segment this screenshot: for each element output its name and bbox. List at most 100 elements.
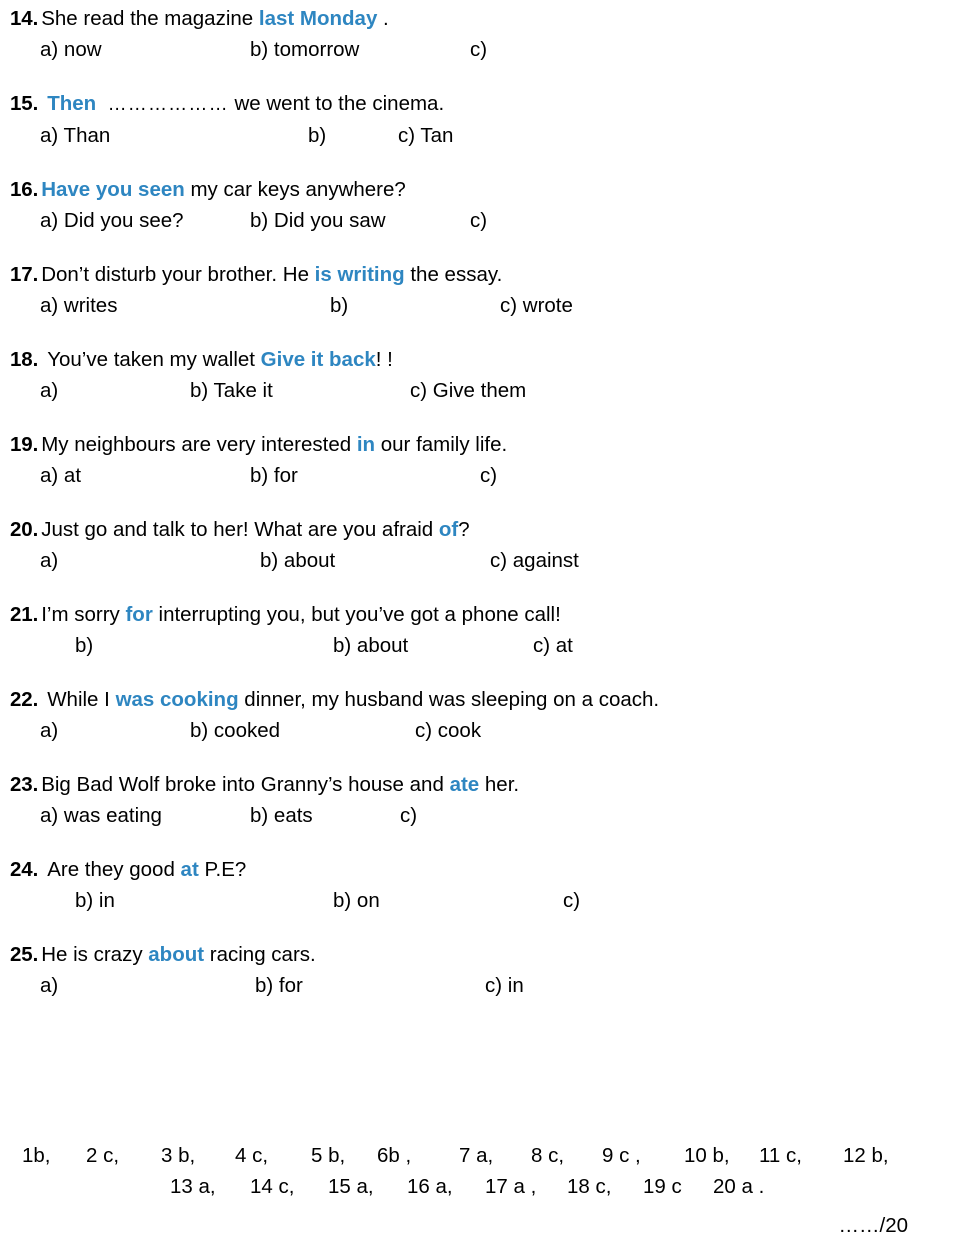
option-choice[interactable]: a) [40, 376, 190, 406]
question-number: 22. [10, 688, 39, 711]
answer-key-item: 10 b, [684, 1144, 730, 1167]
prompt-prefix: My neighbours are very interested [41, 433, 357, 456]
option-choice[interactable]: c) [480, 461, 600, 491]
option-choice[interactable]: b) for [255, 971, 485, 1001]
option-choice[interactable]: c) cook [415, 716, 535, 746]
option-choice[interactable]: c) against [490, 546, 640, 576]
option-choice[interactable]: b) on [333, 886, 563, 916]
question-prompt: 22. While I was cooking dinner, my husban… [0, 685, 960, 715]
question-block: 19. My neighbours are very interested in … [0, 430, 960, 491]
option-choice[interactable]: b) in [75, 886, 333, 916]
prompt-suffix: our family life. [375, 433, 508, 456]
option-choice[interactable]: b) Did you saw [250, 206, 470, 236]
question-prompt: 17. Don’t disturb your brother. He is wri… [0, 260, 960, 290]
option-row: a) b) about c) against [0, 546, 960, 576]
highlighted-answer: was cooking [115, 688, 239, 711]
question-prompt: 19. My neighbours are very interested in … [0, 430, 960, 460]
option-row: a) was eating b) eats c) [0, 801, 960, 831]
answer-key-item: 5 b, [311, 1144, 346, 1167]
prompt-prefix: She read the magazine [41, 7, 259, 30]
prompt-suffix: . [377, 7, 389, 30]
option-choice[interactable]: b) tomorrow [250, 35, 470, 65]
question-block: 15. Then ……………… we went to the cinema. a) … [0, 89, 960, 151]
prompt-suffix: ! ! [375, 348, 393, 371]
option-choice[interactable]: a) [40, 546, 260, 576]
question-number: 19. [10, 433, 39, 456]
question-number: 24. [10, 858, 39, 881]
option-choice[interactable]: b) eats [250, 801, 400, 831]
answer-key-item: 15 a, [328, 1175, 374, 1198]
option-choice[interactable]: c) [563, 886, 683, 916]
worksheet-page: 14. She read the magazine last Monday . a)… [0, 0, 960, 1254]
option-choice[interactable]: a) at [40, 461, 250, 491]
highlighted-answer: Have you seen [41, 178, 185, 201]
question-block: 17. Don’t disturb your brother. He is wri… [0, 260, 960, 321]
answer-key-item: 4 c, [235, 1144, 269, 1167]
option-row: b) b) about c) at [0, 631, 960, 661]
prompt-prefix: I’m sorry [41, 603, 126, 626]
option-choice[interactable]: a) [40, 716, 190, 746]
option-row: b) in b) on c) [0, 886, 960, 916]
question-block: 16. Have you seen my car keys anywhere? a)… [0, 175, 960, 236]
option-choice[interactable]: a) Than [40, 121, 308, 151]
answer-key-item: 11 c, [759, 1144, 802, 1167]
question-prompt: 23. Big Bad Wolf broke into Granny’s hous… [0, 770, 960, 800]
option-choice[interactable]: b) Take it [190, 376, 410, 406]
option-choice[interactable]: c) Give them [410, 376, 560, 406]
question-number: 20. [10, 518, 39, 541]
option-choice[interactable]: a) writes [40, 291, 330, 321]
prompt-suffix: ? [458, 518, 470, 541]
answer-key-item: 8 c, [531, 1144, 565, 1167]
option-choice[interactable]: c) [470, 35, 590, 65]
question-block: 21. I’m sorry for interrupting you, but y… [0, 600, 960, 661]
highlighted-answer: at [180, 858, 199, 881]
prompt-prefix: Don’t disturb your brother. He [41, 263, 315, 286]
option-choice[interactable]: b) [330, 291, 500, 321]
answer-key-item: 7 a, [459, 1144, 494, 1167]
option-choice[interactable]: c) in [485, 971, 605, 1001]
option-choice[interactable]: c) [470, 206, 590, 236]
option-choice[interactable]: c) at [533, 631, 653, 661]
highlighted-answer: ate [449, 773, 480, 796]
option-choice[interactable]: b) [308, 121, 398, 151]
blank-dots: ……………… [107, 94, 229, 115]
question-block: 20. Just go and talk to her! What are you… [0, 515, 960, 576]
prompt-prefix: Big Bad Wolf broke into Granny’s house a… [41, 773, 450, 796]
highlighted-answer: last Monday [258, 7, 378, 30]
prompt-suffix: dinner, my husband was sleeping on a coa… [238, 688, 660, 711]
answer-key-item: 1b, [22, 1144, 51, 1167]
option-choice[interactable]: b) about [260, 546, 490, 576]
answer-key-item: 13 a, [170, 1175, 216, 1198]
question-number: 14. [10, 7, 39, 30]
option-choice[interactable]: c) [400, 801, 520, 831]
option-choice[interactable]: a) was eating [40, 801, 250, 831]
question-block: 25. He is crazy about racing cars. a) b) fo… [0, 940, 960, 1001]
option-row: a) b) for c) in [0, 971, 960, 1001]
highlighted-answer: is writing [314, 263, 405, 286]
option-choice[interactable]: b) about [333, 631, 533, 661]
option-choice[interactable]: c) wrote [500, 291, 620, 321]
question-prompt: 24. Are they good at P.E? [0, 855, 960, 885]
option-row: a) writes b) c) wrote [0, 291, 960, 321]
answer-key-item: 12 b, [843, 1144, 889, 1167]
option-choice[interactable]: a) [40, 971, 255, 1001]
option-row: a) at b) for c) [0, 461, 960, 491]
score-line: ……/20 [838, 1214, 909, 1237]
answer-key-row-1: 1b, 2 c, 3 b, 4 c, 5 b, 6b , 7 a, 8 c, 9 c , 10 b… [0, 1140, 960, 1171]
answer-key-item: 19 c [643, 1175, 682, 1198]
question-prompt: 20. Just go and talk to her! What are you… [0, 515, 960, 545]
prompt-prefix: You’ve taken my wallet [47, 348, 261, 371]
option-row: a) b) Take it c) Give them [0, 376, 960, 406]
option-choice[interactable]: c) Tan [398, 121, 518, 151]
question-block: 23. Big Bad Wolf broke into Granny’s hous… [0, 770, 960, 831]
option-choice[interactable]: b) cooked [190, 716, 415, 746]
question-prompt: 15. Then ……………… we went to the cinema. [0, 89, 960, 120]
option-choice[interactable]: b) for [250, 461, 480, 491]
option-choice[interactable]: a) now [40, 35, 250, 65]
highlighted-answer: Give it back [260, 348, 376, 371]
option-row: a) Than b) c) Tan [0, 121, 960, 151]
highlighted-answer: of [438, 518, 459, 541]
option-choice[interactable]: a) Did you see? [40, 206, 250, 236]
answer-key-item: 14 c, [250, 1175, 295, 1198]
option-choice[interactable]: b) [75, 631, 333, 661]
